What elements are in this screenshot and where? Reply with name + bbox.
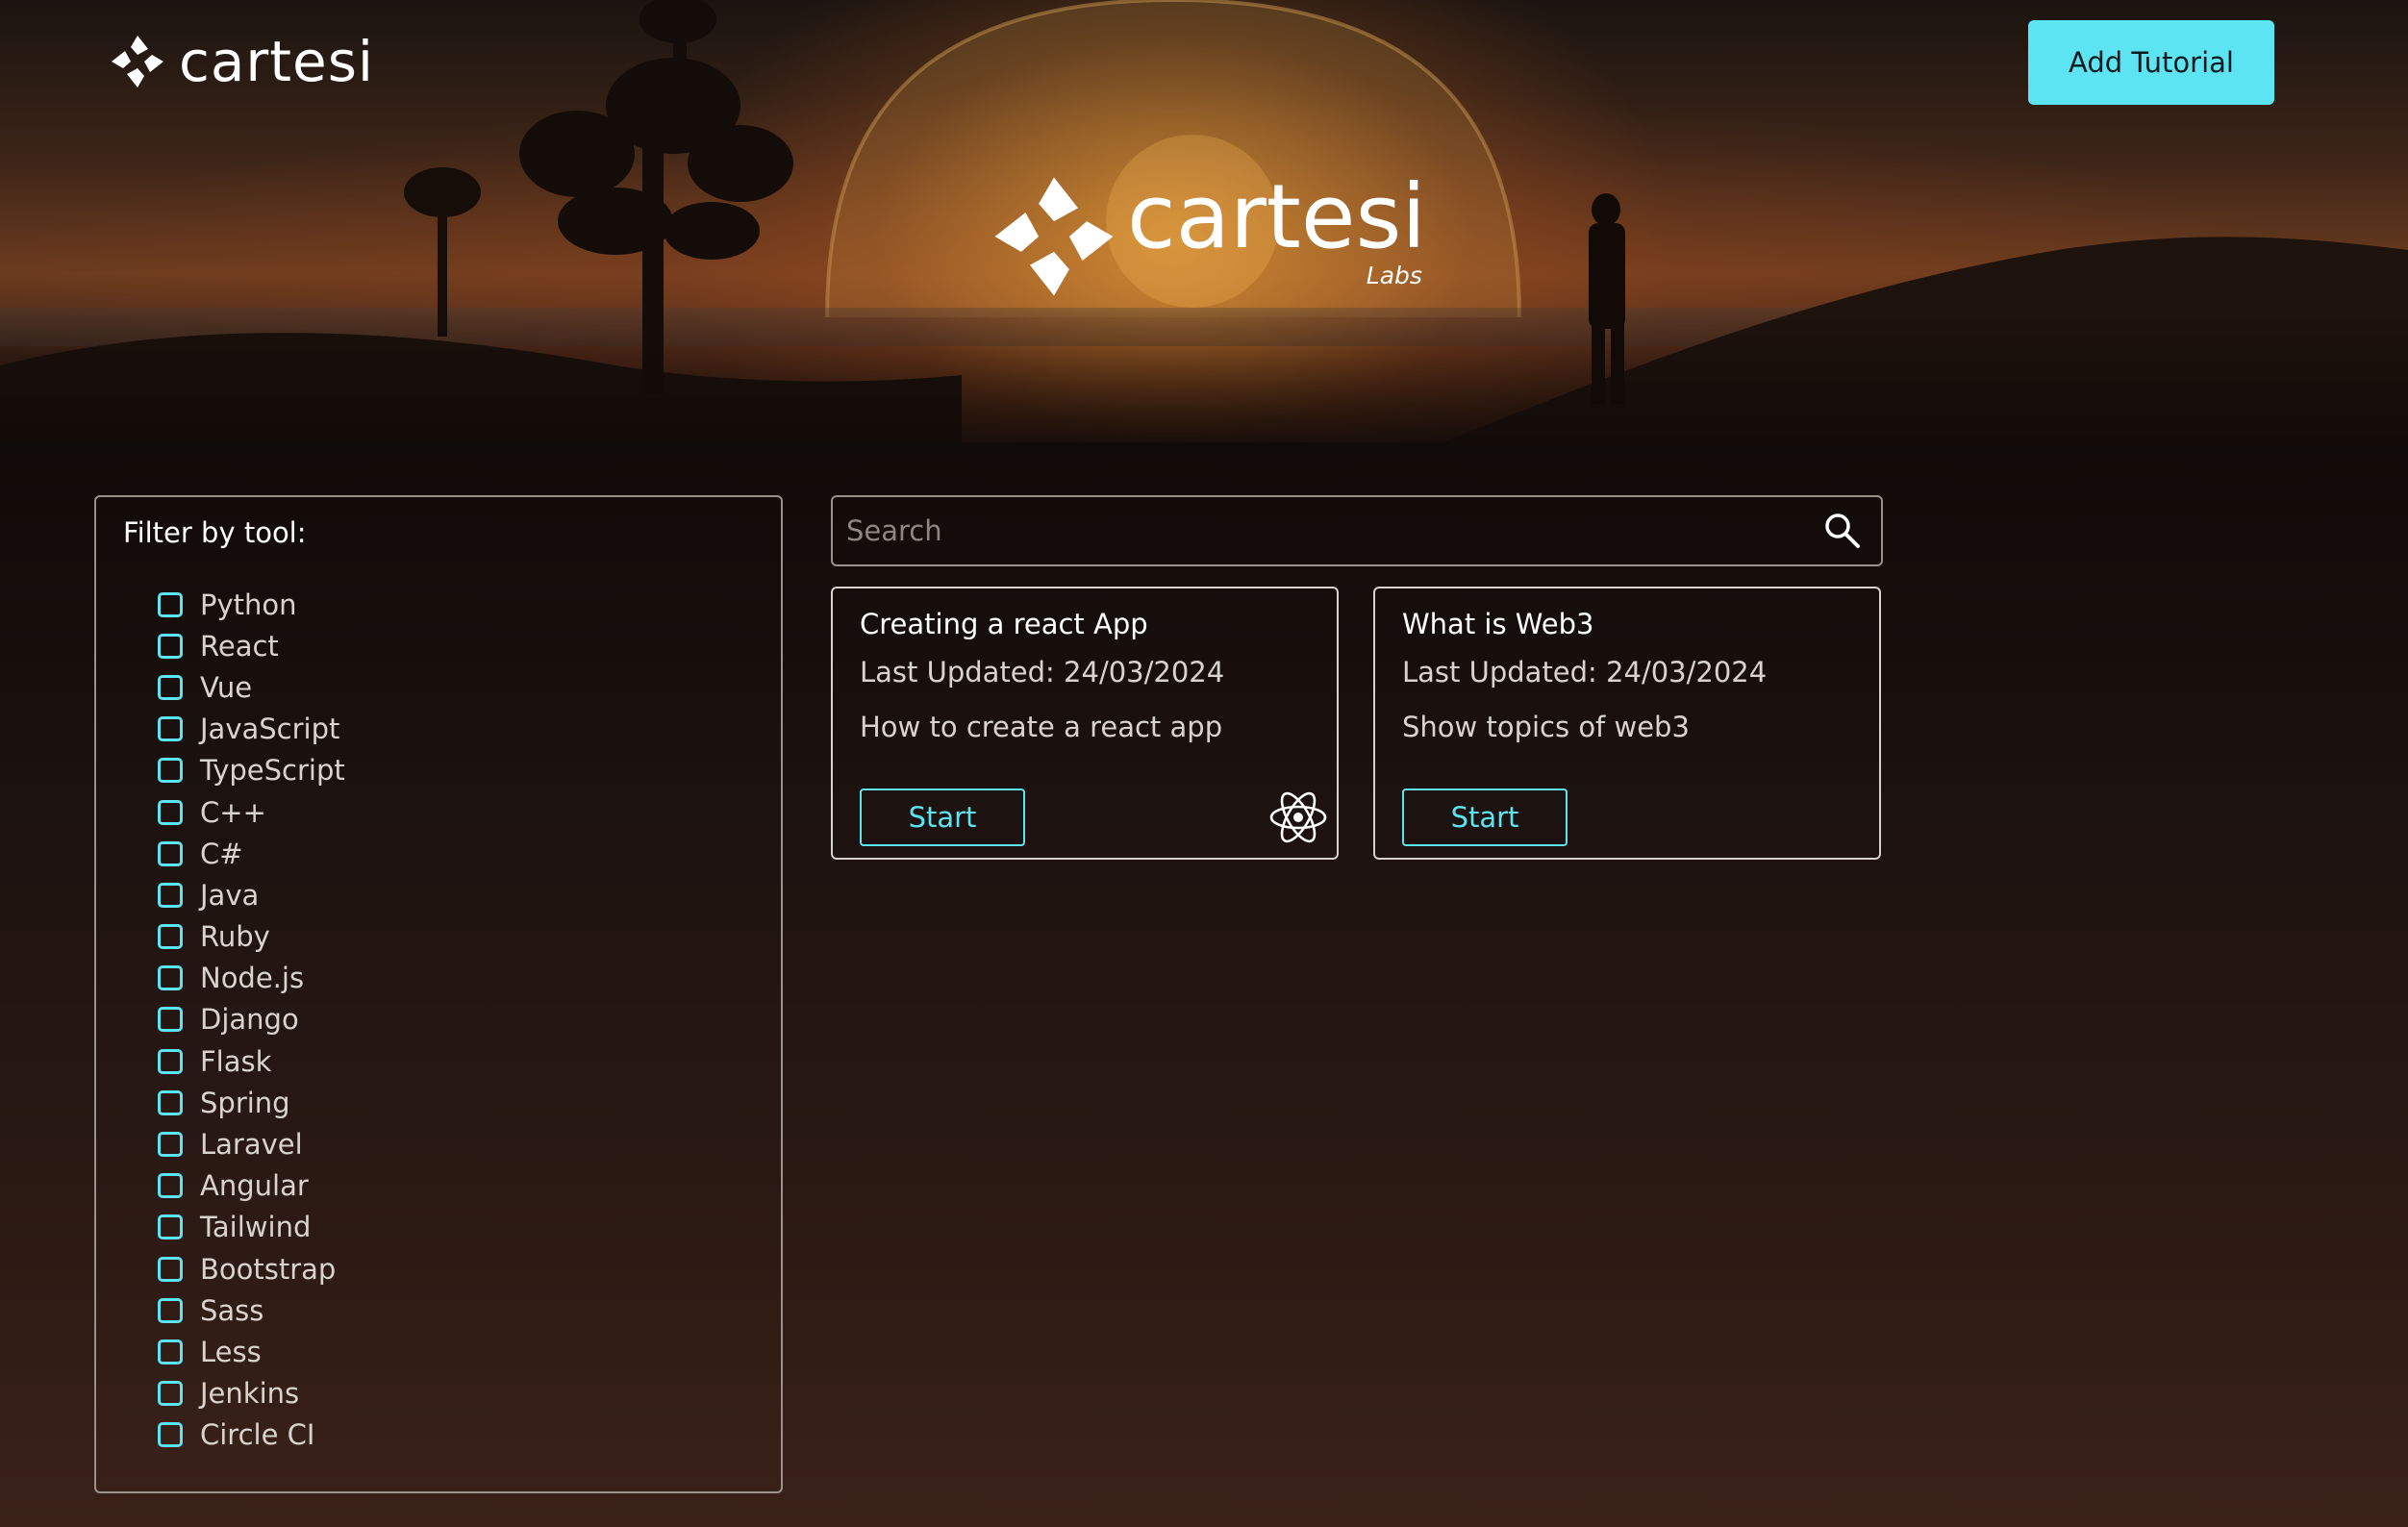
- filter-label: Spring: [200, 1086, 290, 1119]
- filter-item-flask[interactable]: Flask: [158, 1040, 345, 1082]
- react-icon: [1269, 791, 1327, 843]
- filter-label: Django: [200, 1003, 299, 1037]
- filter-label: C++: [200, 795, 266, 829]
- start-button[interactable]: Start: [860, 789, 1025, 846]
- filter-item-ruby[interactable]: Ruby: [158, 916, 345, 958]
- filter-item-typescript[interactable]: TypeScript: [158, 750, 345, 791]
- search-input[interactable]: [833, 497, 1821, 564]
- checkbox[interactable]: [158, 1256, 183, 1282]
- filter-label: C#: [200, 837, 243, 870]
- checkbox[interactable]: [158, 633, 183, 659]
- filter-label: Less: [200, 1335, 262, 1368]
- checkbox[interactable]: [158, 591, 183, 617]
- card-title: What is Web3: [1402, 608, 1594, 640]
- filter-item-nodejs[interactable]: Node.js: [158, 958, 345, 999]
- hero-banner: cartesi Add Tutorial cartesi Labs: [0, 0, 2408, 442]
- hero-logo: cartesi Labs: [991, 173, 1426, 300]
- brand-name: cartesi: [179, 29, 375, 94]
- filter-label: Ruby: [200, 920, 270, 954]
- checkbox[interactable]: [158, 799, 183, 825]
- filter-label: Jenkins: [200, 1377, 300, 1411]
- filter-item-sass[interactable]: Sass: [158, 1289, 345, 1331]
- checkbox[interactable]: [158, 840, 183, 866]
- filter-label: Angular: [200, 1169, 309, 1203]
- filter-label: Tailwind: [200, 1211, 312, 1244]
- filter-label: React: [200, 629, 279, 663]
- card-description: How to create a react app: [860, 711, 1223, 743]
- filter-title: Filter by tool:: [123, 516, 307, 549]
- filter-label: Circle CI: [200, 1418, 315, 1452]
- card-description: Show topics of web3: [1402, 711, 1690, 743]
- search-bar: [831, 495, 1883, 566]
- checkbox[interactable]: [158, 1214, 183, 1240]
- checkbox[interactable]: [158, 716, 183, 742]
- checkbox[interactable]: [158, 965, 183, 991]
- filter-item-django[interactable]: Django: [158, 999, 345, 1040]
- filter-item-angular[interactable]: Angular: [158, 1165, 345, 1207]
- filter-label: Node.js: [200, 962, 305, 995]
- filter-item-jenkins[interactable]: Jenkins: [158, 1373, 345, 1414]
- hero-fade: [0, 308, 2408, 442]
- checkbox[interactable]: [158, 1297, 183, 1323]
- checkbox[interactable]: [158, 1089, 183, 1115]
- filter-item-python[interactable]: Python: [158, 584, 345, 625]
- checkbox[interactable]: [158, 1339, 183, 1364]
- tutorial-card: What is Web3 Last Updated: 24/03/2024 Sh…: [1373, 587, 1881, 860]
- hero-brand-name: cartesi: [1127, 165, 1426, 268]
- filter-item-cpp[interactable]: C++: [158, 791, 345, 833]
- filter-label: Bootstrap: [200, 1252, 337, 1286]
- filter-item-tailwind[interactable]: Tailwind: [158, 1207, 345, 1248]
- filter-label: Laravel: [200, 1128, 303, 1162]
- filter-label: JavaScript: [200, 713, 340, 746]
- hero-brand-sub: Labs: [1366, 262, 1422, 289]
- filter-label: Sass: [200, 1293, 264, 1327]
- search-icon[interactable]: [1821, 510, 1864, 552]
- filter-label: Flask: [200, 1044, 272, 1078]
- filter-item-less[interactable]: Less: [158, 1331, 345, 1372]
- card-last-updated: Last Updated: 24/03/2024: [1402, 656, 1768, 688]
- filter-label: Java: [200, 878, 260, 912]
- filter-item-javascript[interactable]: JavaScript: [158, 709, 345, 750]
- checkbox[interactable]: [158, 1422, 183, 1448]
- card-last-updated: Last Updated: 24/03/2024: [860, 656, 1225, 688]
- checkbox[interactable]: [158, 1048, 183, 1074]
- filter-list: Python React Vue JavaScript TypeScript C…: [158, 584, 345, 1456]
- checkbox[interactable]: [158, 882, 183, 908]
- checkbox[interactable]: [158, 758, 183, 784]
- filter-label: Vue: [200, 670, 253, 704]
- add-tutorial-button[interactable]: Add Tutorial: [2028, 20, 2274, 105]
- filter-item-bootstrap[interactable]: Bootstrap: [158, 1248, 345, 1289]
- checkbox[interactable]: [158, 1007, 183, 1033]
- cartesi-logo-icon: [112, 36, 163, 88]
- filter-item-vue[interactable]: Vue: [158, 666, 345, 708]
- filter-item-circle-ci[interactable]: Circle CI: [158, 1414, 345, 1456]
- filter-item-csharp[interactable]: C#: [158, 833, 345, 874]
- filter-label: Python: [200, 588, 297, 621]
- filter-item-java[interactable]: Java: [158, 874, 345, 915]
- checkbox[interactable]: [158, 924, 183, 950]
- cartesi-labs-logo-icon: [994, 177, 1114, 296]
- checkbox[interactable]: [158, 1381, 183, 1407]
- filter-label: TypeScript: [200, 754, 345, 788]
- card-title: Creating a react App: [860, 608, 1148, 640]
- filter-panel: Filter by tool: Python React Vue JavaScr…: [94, 495, 783, 1493]
- checkbox[interactable]: [158, 1132, 183, 1158]
- header-brand[interactable]: cartesi: [110, 29, 374, 94]
- filter-item-react[interactable]: React: [158, 625, 345, 666]
- filter-item-spring[interactable]: Spring: [158, 1082, 345, 1123]
- checkbox[interactable]: [158, 674, 183, 700]
- filter-item-laravel[interactable]: Laravel: [158, 1123, 345, 1164]
- checkbox[interactable]: [158, 1173, 183, 1199]
- start-button[interactable]: Start: [1402, 789, 1568, 846]
- tutorial-card: Creating a react App Last Updated: 24/03…: [831, 587, 1339, 860]
